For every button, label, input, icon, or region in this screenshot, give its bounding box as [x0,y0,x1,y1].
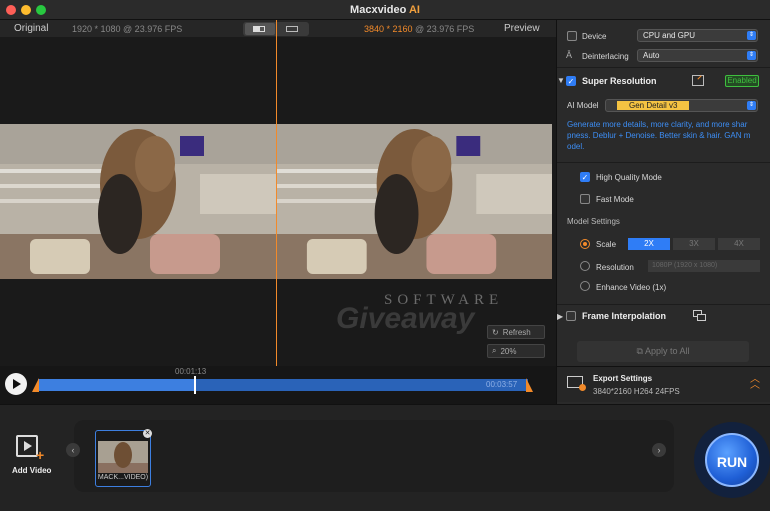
scale-4x-button[interactable]: 4X [718,238,760,250]
fast-mode-label: Fast Mode [596,195,634,204]
ai-model-label: AI Model [567,101,599,110]
scale-3x-button[interactable]: 3X [673,238,715,250]
frame-interpolation-checkbox[interactable] [566,311,576,321]
side-by-side-icon[interactable] [278,23,308,35]
video-clip-thumbnail[interactable]: MACK...VIDEO) [95,430,151,487]
export-settings-title: Export Settings [593,374,653,383]
original-video-frame [0,124,276,279]
scroll-left-button[interactable]: ‹ [66,443,80,457]
resolution-label: Resolution [596,263,634,272]
high-quality-label: High Quality Mode [596,173,662,182]
original-resolution: 1920 * 1080 @ 23.976 FPS [72,24,183,34]
fast-mode-checkbox[interactable] [580,194,590,204]
split-view-icon[interactable] [245,23,275,35]
preview-video-frame [277,124,552,279]
divider [557,162,770,163]
device-select[interactable]: CPU and GPU ⇕ [637,29,758,42]
plus-icon: + [36,447,45,463]
remove-clip-icon[interactable]: ✕ [143,429,152,438]
end-time: 00:03:57 [486,380,518,389]
magnifier-icon: ⌕ [492,346,497,355]
chevron-updown-icon: ⇕ [747,31,756,40]
clip-name: MACK...VIDEO) [97,474,149,481]
chevron-updown-icon: ⇕ [747,101,756,110]
device-label: Device [582,32,607,41]
frames-icon[interactable] [693,310,707,322]
high-quality-checkbox[interactable]: ✓ [580,172,590,182]
chevron-updown-icon: ⇕ [747,51,756,60]
divider [557,67,770,68]
expand-arrow-icon[interactable]: ▼ [557,76,565,85]
frame-interpolation-label: Frame Interpolation [582,311,667,321]
add-video-label: Add Video [12,466,52,475]
deinterlace-icon: Ā [566,50,573,60]
preview-label: Preview [504,23,540,34]
preview-resolution: 3840 * 2160 @ 23.976 FPS [364,24,475,34]
model-description: Generate more details, more clarity, and… [567,120,751,151]
ai-model-select[interactable]: Gen Detail v3 ⇕ [605,99,758,112]
film-icon [16,435,38,457]
device-checkbox[interactable] [567,31,577,41]
watermark-giveaway: Giveaway [336,302,475,335]
enabled-badge: Enabled [725,75,759,87]
app-title: Macxvideo AI [350,4,420,16]
media-strip [74,420,674,492]
export-settings-value: 3840*2160 H264 24FPS [593,387,680,396]
copy-icon: ⧉ [636,346,645,356]
scale-label: Scale [596,240,617,249]
play-button[interactable] [5,373,27,395]
current-time: 00:01:13 [175,367,207,376]
compare-split-handle[interactable] [276,20,277,366]
scale-radio[interactable] [580,239,590,249]
collapse-arrow-icon[interactable]: ▶ [557,312,563,321]
deinterlacing-label: Deinterlacing [582,52,629,61]
chevron-up-icon[interactable]: ︿ ︿ [750,375,760,391]
super-resolution-label: Super Resolution [582,76,657,86]
divider [557,304,770,305]
scale-2x-button[interactable]: 2X [628,238,670,250]
enhance-label: Enhance Video (1x) [596,283,667,292]
resolution-select[interactable]: 1080P (1920 x 1080) [648,260,760,272]
play-icon [13,379,21,389]
export-settings-icon [567,376,586,391]
zoom-control[interactable]: ⌕ 20% [487,344,545,358]
compare-icon[interactable] [692,75,704,86]
refresh-icon: ↻ [492,327,499,337]
super-resolution-checkbox[interactable]: ✓ [566,76,576,86]
scroll-right-button[interactable]: › [652,443,666,457]
timeline-progress [38,379,195,391]
export-settings-bar[interactable] [557,366,770,402]
apply-to-all-button[interactable]: ⧉ Apply to All [577,341,749,362]
model-settings-label: Model Settings [567,217,620,226]
refresh-button[interactable]: ↻ Refresh [487,325,545,339]
resolution-radio[interactable] [580,261,590,271]
enhance-radio[interactable] [580,281,590,291]
original-label: Original [14,23,49,34]
add-video-button[interactable]: + [16,435,46,463]
playhead[interactable] [194,376,196,394]
run-button[interactable]: RUN [705,433,759,487]
deinterlacing-select[interactable]: Auto ⇕ [637,49,758,62]
